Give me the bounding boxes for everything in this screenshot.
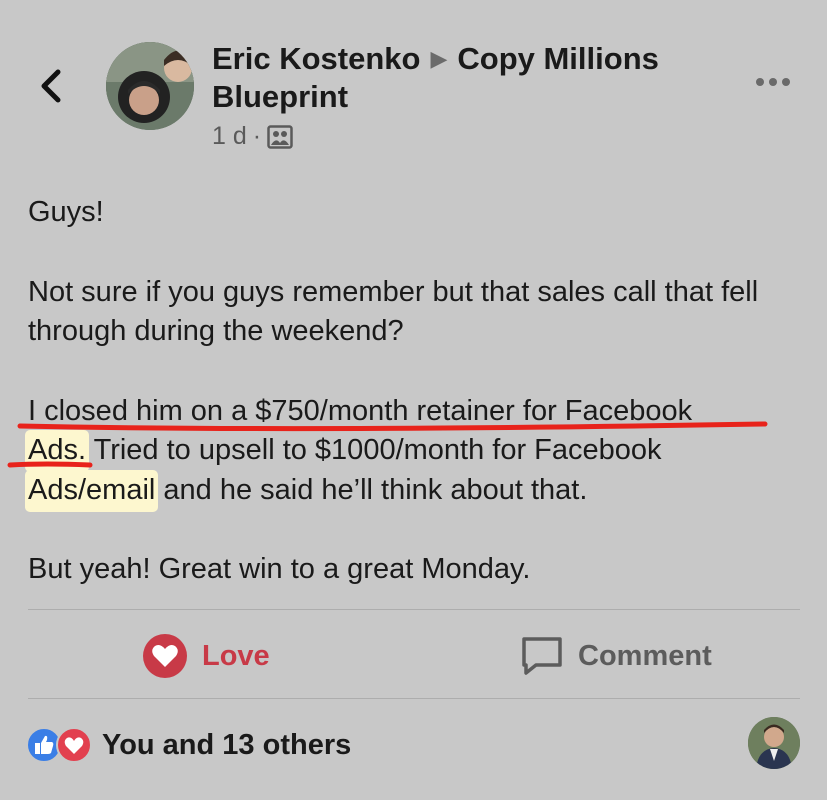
comment-icon [522,637,562,675]
reaction-summary[interactable]: You and 13 others [26,726,351,764]
post-time[interactable]: 1 d [212,122,247,151]
post-paragraph-closing: But yeah! Great win to a great Monday. [28,553,531,585]
love-button[interactable]: Love [142,630,270,682]
love-label: Love [202,639,270,672]
post-meta: 1 d · [212,122,293,151]
author-avatar[interactable] [106,42,194,130]
post-text-segment: Tried to upsell to $1000/month for Faceb… [86,434,662,466]
author-name[interactable]: Eric Kostenko [212,41,420,76]
divider [28,609,800,610]
more-options-icon[interactable] [753,70,793,94]
post-greeting: Guys! [28,196,104,228]
meta-separator: · [252,122,262,150]
heart-icon [143,634,187,678]
highlighted-text: Ads. [25,430,90,472]
reaction-summary-text: You and 13 others [102,728,352,761]
group-photo-icon [267,124,293,149]
post-paragraph: Not sure if you guys remember but that s… [28,275,759,348]
comment-label: Comment [578,639,712,672]
post-paragraph-closed: I closed him on a $750/month retainer fo… [25,392,808,512]
arrow-right-icon: ▶ [430,46,448,71]
highlighted-text: Ads/email [25,469,159,512]
chevron-left-icon[interactable] [36,62,68,110]
post-text-segment: and he said he’ll think about that. [155,473,588,506]
post-header: Eric Kostenko ▶ Copy Millions Blueprint 1 … [0,0,827,170]
heart-icon [56,727,92,763]
reaction-icons [26,727,92,763]
viewer-avatar[interactable] [748,717,800,769]
underlined-text: I closed him on a $750/month retainer fo… [28,394,693,427]
comment-button[interactable]: Comment [520,630,712,682]
divider [28,698,800,699]
post-body: Guys! Not sure if you guys remember but … [25,193,808,590]
post-title: Eric Kostenko ▶ Copy Millions Blueprint [212,40,732,116]
